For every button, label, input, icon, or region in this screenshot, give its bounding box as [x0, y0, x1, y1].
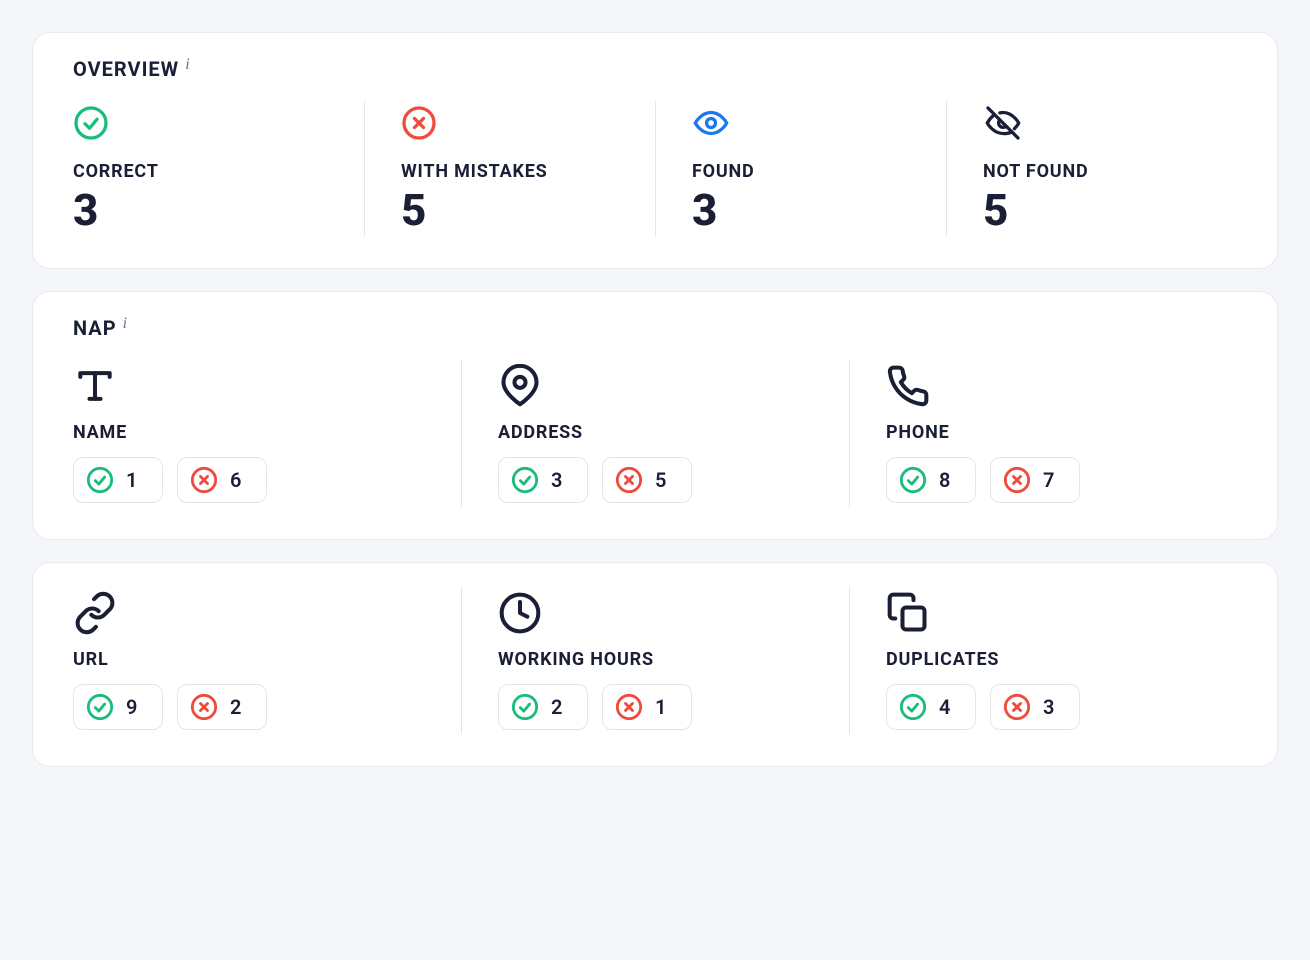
x-circle-icon: [190, 693, 218, 721]
nap-phone-ok-value: 8: [939, 468, 950, 492]
nap-name: NAME 1 6: [73, 360, 461, 507]
nap-address-label: ADDRESS: [498, 422, 849, 443]
overview-notfound-label: NOT FOUND: [983, 161, 1237, 182]
check-circle-icon: [511, 466, 539, 494]
nap-hours: WORKING HOURS 2 1: [461, 587, 849, 734]
overview-with-mistakes: WITH MISTAKES 5: [364, 101, 655, 236]
nap-url-bad-value: 2: [230, 695, 241, 719]
x-circle-icon: [401, 105, 655, 145]
overview-notfound-value: 5: [983, 188, 1237, 232]
phone-icon: [886, 364, 1237, 412]
overview-found-label: FOUND: [692, 161, 946, 182]
nap-phone-ok-badge[interactable]: 8: [886, 457, 976, 503]
nap-hours-label: WORKING HOURS: [498, 649, 849, 670]
info-icon[interactable]: i: [123, 315, 128, 333]
check-circle-icon: [73, 105, 364, 145]
overview-title-text: OVERVIEW: [73, 57, 179, 81]
nap-duplicates-label: DUPLICATES: [886, 649, 1237, 670]
check-circle-icon: [899, 466, 927, 494]
nap-phone: PHONE 8 7: [849, 360, 1237, 507]
pin-icon: [498, 364, 849, 412]
x-circle-icon: [190, 466, 218, 494]
nap-address-bad-badge[interactable]: 5: [602, 457, 692, 503]
nap-name-label: NAME: [73, 422, 461, 443]
nap-phone-bad-value: 7: [1043, 468, 1054, 492]
nap-address: ADDRESS 3 5: [461, 360, 849, 507]
x-circle-icon: [615, 466, 643, 494]
nap-row-2: URL 9 2 WORKING HOURS: [73, 587, 1237, 734]
nap-duplicates-ok-badge[interactable]: 4: [886, 684, 976, 730]
info-icon[interactable]: i: [185, 56, 190, 74]
nap-hours-bad-badge[interactable]: 1: [602, 684, 692, 730]
overview-correct-label: CORRECT: [73, 161, 364, 182]
text-icon: [73, 364, 461, 412]
nap-url-label: URL: [73, 649, 461, 670]
nap-duplicates-bad-badge[interactable]: 3: [990, 684, 1080, 730]
overview-correct-value: 3: [73, 188, 364, 232]
dashboard-page: OVERVIEW i CORRECT 3 WITH MISTAKES 5: [0, 0, 1310, 960]
nap-hours-ok-value: 2: [551, 695, 562, 719]
nap-title-text: NAP: [73, 316, 117, 340]
nap-url-bad-badge[interactable]: 2: [177, 684, 267, 730]
eye-off-icon: [983, 105, 1237, 145]
x-circle-icon: [1003, 466, 1031, 494]
nap-address-ok-value: 3: [551, 468, 562, 492]
nap-hours-bad-value: 1: [655, 695, 666, 719]
clock-icon: [498, 591, 849, 639]
nap-address-bad-value: 5: [655, 468, 666, 492]
x-circle-icon: [615, 693, 643, 721]
nap-name-bad-value: 6: [230, 468, 241, 492]
nap-title: NAP i: [73, 316, 1237, 340]
overview-card: OVERVIEW i CORRECT 3 WITH MISTAKES 5: [32, 32, 1278, 269]
nap-name-bad-badge[interactable]: 6: [177, 457, 267, 503]
nap-duplicates: DUPLICATES 4 3: [849, 587, 1237, 734]
nap-card-2: URL 9 2 WORKING HOURS: [32, 562, 1278, 767]
nap-url-ok-badge[interactable]: 9: [73, 684, 163, 730]
nap-name-ok-badge[interactable]: 1: [73, 457, 163, 503]
overview-mistakes-label: WITH MISTAKES: [401, 161, 655, 182]
check-circle-icon: [511, 693, 539, 721]
nap-phone-label: PHONE: [886, 422, 1237, 443]
check-circle-icon: [899, 693, 927, 721]
nap-phone-bad-badge[interactable]: 7: [990, 457, 1080, 503]
nap-duplicates-bad-value: 3: [1043, 695, 1054, 719]
x-circle-icon: [1003, 693, 1031, 721]
link-icon: [73, 591, 461, 639]
nap-url: URL 9 2: [73, 587, 461, 734]
overview-found: FOUND 3: [655, 101, 946, 236]
copy-icon: [886, 591, 1237, 639]
overview-correct: CORRECT 3: [73, 101, 364, 236]
overview-row: CORRECT 3 WITH MISTAKES 5 FOUND 3: [73, 101, 1237, 236]
nap-row-1: NAME 1 6 ADDRESS: [73, 360, 1237, 507]
nap-duplicates-ok-value: 4: [939, 695, 950, 719]
overview-found-value: 3: [692, 188, 946, 232]
nap-card-1: NAP i NAME 1 6: [32, 291, 1278, 540]
overview-title: OVERVIEW i: [73, 57, 1237, 81]
eye-icon: [692, 105, 946, 145]
check-circle-icon: [86, 466, 114, 494]
nap-hours-ok-badge[interactable]: 2: [498, 684, 588, 730]
nap-address-ok-badge[interactable]: 3: [498, 457, 588, 503]
overview-mistakes-value: 5: [401, 188, 655, 232]
nap-url-ok-value: 9: [126, 695, 137, 719]
check-circle-icon: [86, 693, 114, 721]
overview-not-found: NOT FOUND 5: [946, 101, 1237, 236]
nap-name-ok-value: 1: [126, 468, 137, 492]
